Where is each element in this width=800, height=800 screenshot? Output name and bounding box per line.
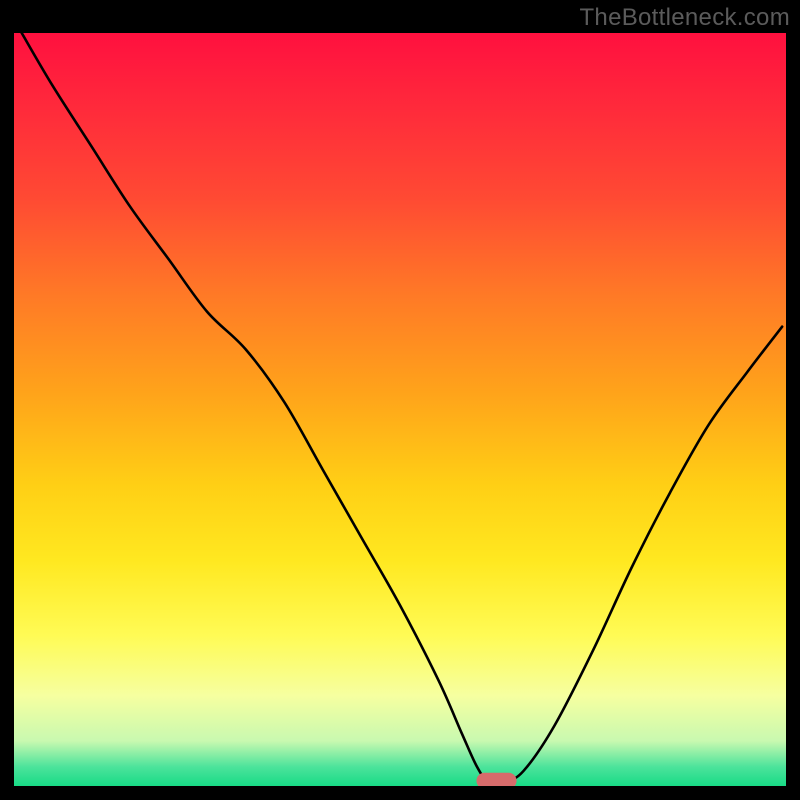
plot-area — [14, 33, 786, 786]
gradient-background — [14, 33, 786, 786]
watermark-text: TheBottleneck.com — [579, 4, 790, 32]
optimal-marker — [476, 773, 516, 786]
chart-frame: TheBottleneck.com — [0, 0, 800, 800]
chart-svg — [14, 33, 786, 786]
